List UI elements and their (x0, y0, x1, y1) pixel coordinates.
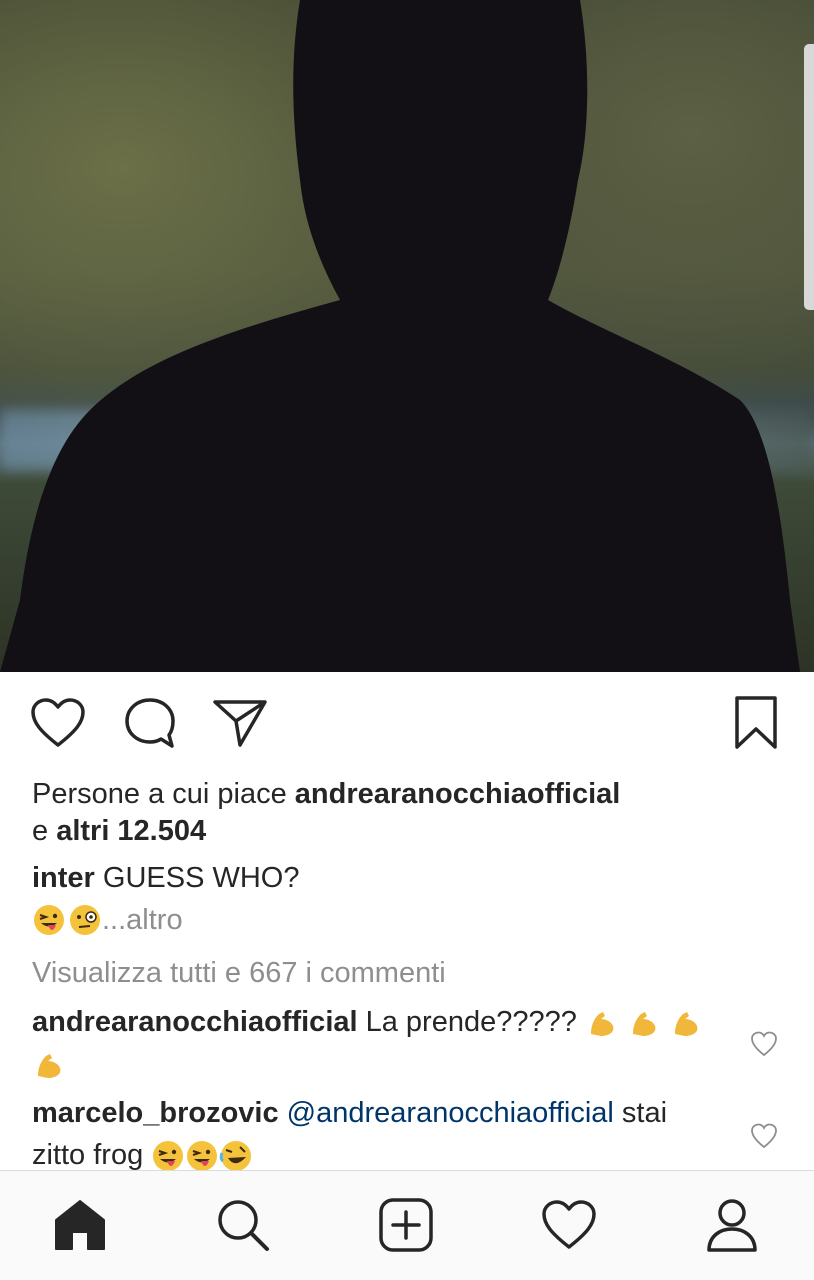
tab-search[interactable] (213, 1195, 273, 1255)
view-all-comments-link[interactable]: Visualizza tutti e 667 i commenti (32, 955, 446, 992)
flexed-biceps-emoji-icon (590, 1012, 614, 1037)
scroll-indicator[interactable] (804, 44, 814, 310)
save-button[interactable] (726, 693, 786, 753)
comment-username[interactable]: marcelo_brozovic (32, 1097, 279, 1129)
comment-mention[interactable]: @andrearanocchiaofficial (287, 1097, 614, 1129)
caption-username[interactable]: inter (32, 862, 95, 894)
tab-profile[interactable] (702, 1195, 762, 1255)
tab-new-post[interactable] (376, 1195, 436, 1255)
caption-more-link[interactable]: ...altro (102, 904, 183, 937)
tab-home[interactable] (50, 1195, 110, 1255)
post-photo[interactable] (0, 0, 814, 672)
comment-like-heart-icon[interactable] (750, 1122, 778, 1150)
post-actions-bar (0, 693, 814, 753)
liked-by-username[interactable]: andrearanocchiaofficial (295, 778, 621, 810)
comment-like-heart-icon[interactable] (750, 1030, 778, 1058)
comment-item: andrearanocchiaofficial La prende????? (32, 1001, 732, 1085)
share-button[interactable] (210, 693, 270, 753)
bookmark-icon (735, 696, 777, 749)
comment-item: marcelo_brozovic @andrearanocchiaofficia… (32, 1092, 732, 1176)
heart-outline-icon (31, 698, 85, 747)
rolling-laughing-emoji-icon (219, 1141, 252, 1172)
paper-plane-icon (213, 700, 267, 747)
post-caption: inter GUESS WHO? (32, 860, 792, 897)
comment-username[interactable]: andrearanocchiaofficial (32, 1006, 358, 1038)
winking-tongue-emoji-icon (153, 1141, 184, 1172)
flexed-biceps-emoji-icon (38, 1054, 61, 1079)
comment-text: La prende????? (357, 1006, 585, 1038)
flexed-biceps-emoji-icon (675, 1012, 698, 1037)
likes-summary[interactable]: Persone a cui piace andrearanocchiaoffic… (32, 776, 792, 850)
new-post-icon (379, 1198, 433, 1252)
comment-text-continued: zitto frog (32, 1139, 152, 1171)
likes-prefix: Persone a cui piace (32, 778, 295, 810)
search-icon (218, 1200, 269, 1251)
bottom-tab-bar (0, 1170, 814, 1280)
winking-tongue-emoji-icon (187, 1141, 218, 1172)
home-icon (55, 1200, 105, 1250)
person-silhouette (0, 0, 800, 672)
caption-emoji-line: ...altro (32, 900, 183, 940)
flexed-biceps-emoji-icon (633, 1012, 656, 1037)
like-button[interactable] (28, 693, 88, 753)
heart-icon (542, 1200, 596, 1249)
comment-bubble-icon (125, 698, 175, 748)
likes-and: e (32, 815, 57, 847)
comment-button[interactable] (120, 693, 180, 753)
profile-icon (707, 1199, 757, 1252)
tab-activity[interactable] (539, 1195, 599, 1255)
comment-text: stai (613, 1097, 668, 1129)
winking-tongue-emoji-icon (34, 905, 64, 935)
likes-others-count[interactable]: altri 12.504 (56, 815, 206, 847)
caption-text: GUESS WHO? (94, 862, 300, 894)
monocle-face-emoji-icon (70, 905, 100, 935)
